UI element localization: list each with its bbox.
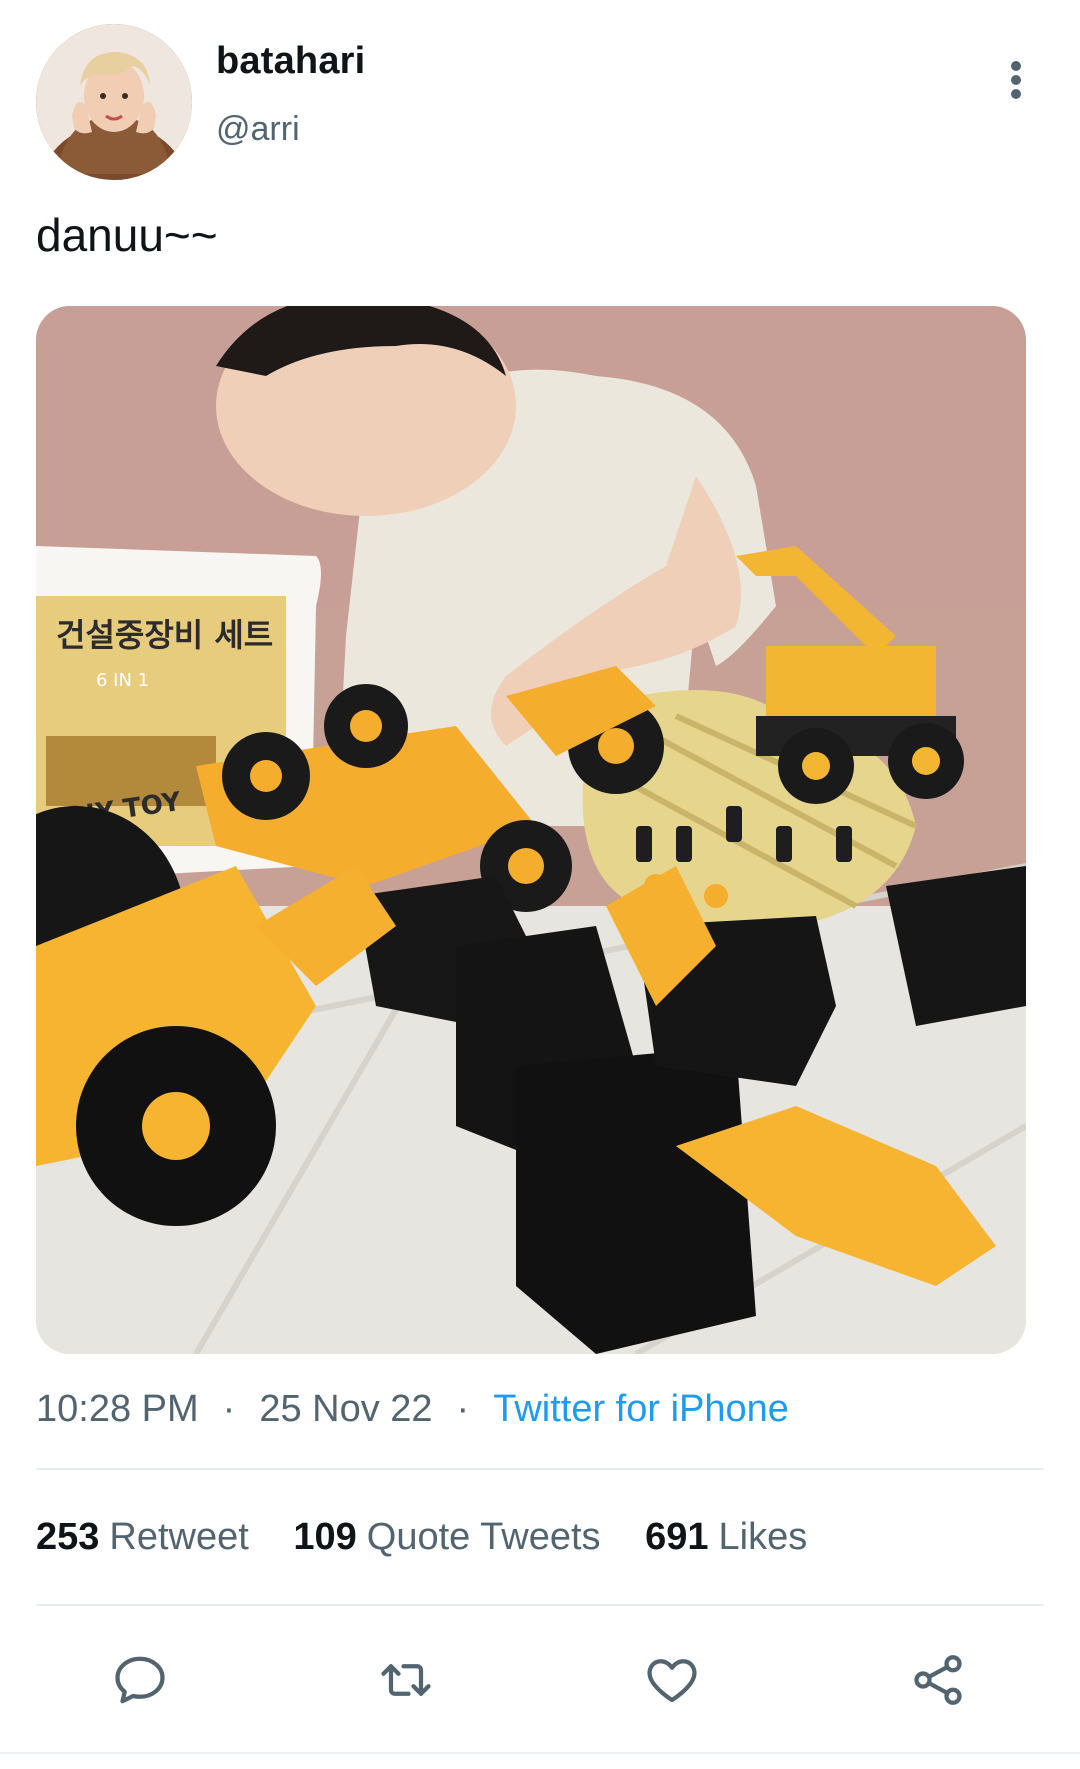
- meta-separator: ·: [222, 1388, 236, 1430]
- tweet-media[interactable]: 건설중장비 세트 6 IN 1 DIY TOY: [36, 306, 1026, 1354]
- tweet-stats: 253 Retweet 109 Quote Tweets 691 Likes: [36, 1516, 841, 1559]
- quote-label: Quote Tweets: [366, 1516, 601, 1558]
- like-stat[interactable]: 691 Likes: [645, 1516, 807, 1559]
- more-vertical-icon: [1011, 61, 1021, 99]
- more-button[interactable]: [988, 52, 1044, 108]
- heart-icon: [647, 1659, 697, 1703]
- avatar[interactable]: [36, 24, 192, 180]
- like-label: Likes: [718, 1516, 808, 1558]
- tweet-time: 10:28 PM: [36, 1388, 199, 1430]
- avatar-photo: [36, 24, 192, 180]
- tweet-date: 25 Nov 22: [259, 1388, 433, 1430]
- share-icon: [914, 1655, 962, 1705]
- retweet-icon: [381, 1664, 431, 1696]
- divider: [36, 1468, 1044, 1470]
- user-handle[interactable]: @arri: [216, 110, 300, 149]
- retweet-stat[interactable]: 253 Retweet: [36, 1516, 249, 1559]
- retweet-label: Retweet: [109, 1516, 249, 1558]
- reply-icon: [115, 1656, 165, 1704]
- box-subtitle-text: 6 IN 1: [96, 670, 149, 691]
- reply-button[interactable]: [100, 1640, 180, 1720]
- retweet-count: 253: [36, 1516, 100, 1558]
- like-count: 691: [645, 1516, 709, 1558]
- tweet-meta: 10:28 PM · 25 Nov 22 · Twitter for iPhone: [36, 1388, 789, 1431]
- bottom-divider: [0, 1752, 1080, 1754]
- box-title-text: 건설중장비 세트: [56, 616, 273, 654]
- share-button[interactable]: [898, 1640, 978, 1720]
- tweet-source-link[interactable]: Twitter for iPhone: [493, 1388, 789, 1430]
- tweet-text: danuu~~: [36, 209, 218, 261]
- quote-count: 109: [293, 1516, 357, 1558]
- meta-separator: ·: [456, 1388, 470, 1430]
- divider: [36, 1604, 1044, 1606]
- retweet-button[interactable]: [366, 1640, 446, 1720]
- tweet-header: batahari @arri: [36, 24, 1044, 184]
- display-name[interactable]: batahari: [216, 40, 365, 83]
- tweet-actions: [36, 1640, 1044, 1720]
- tweet-photo: 건설중장비 세트 6 IN 1 DIY TOY: [36, 306, 1026, 1354]
- quote-stat[interactable]: 109 Quote Tweets: [293, 1516, 600, 1559]
- like-button[interactable]: [632, 1640, 712, 1720]
